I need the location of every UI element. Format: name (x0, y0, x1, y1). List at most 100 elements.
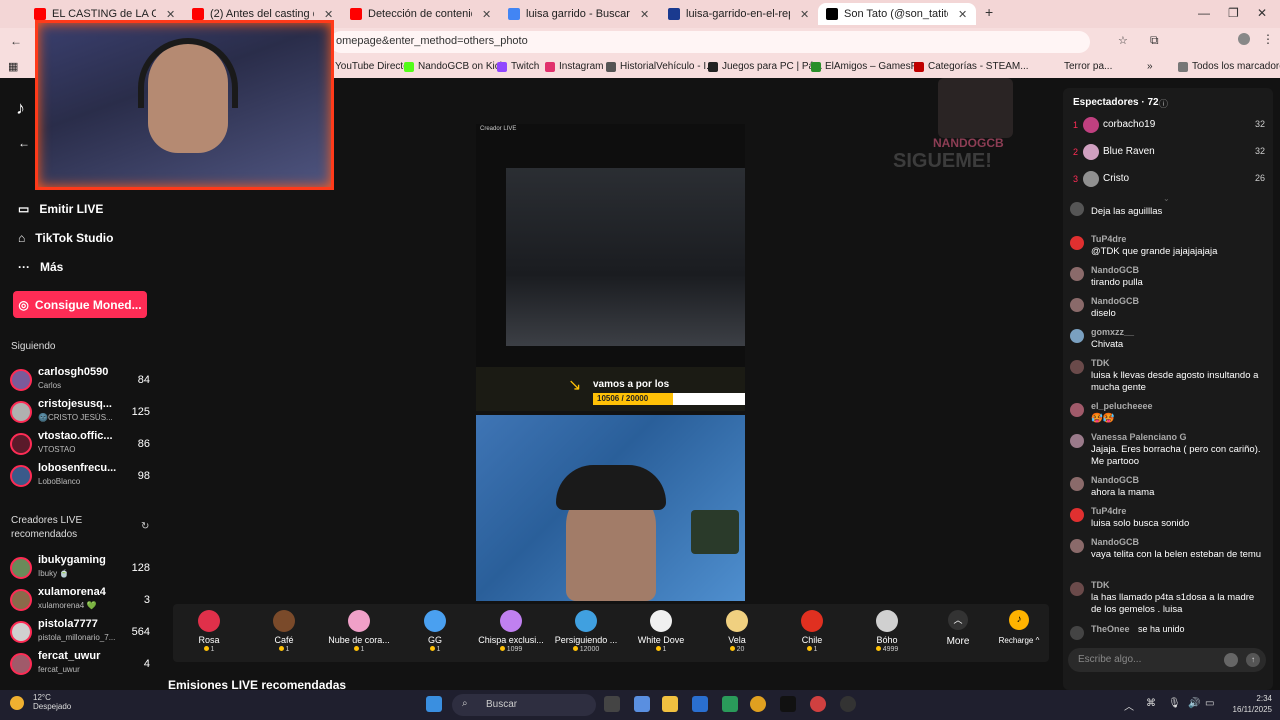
top-viewer[interactable]: 1 corbacho19 32 (1073, 116, 1265, 138)
bookmark[interactable]: YouTube Directo (335, 61, 409, 72)
taskbar-clock[interactable]: 2:34 16/11/2025 (1233, 693, 1272, 715)
close-window-button[interactable]: ✕ (1257, 6, 1267, 20)
extensions-icon[interactable]: ⧉ (1150, 33, 1159, 48)
chrome-profile-icon[interactable] (810, 696, 826, 712)
back-icon[interactable]: ← (10, 34, 22, 48)
following-item[interactable]: vtostao.offic... VTOSTAO 86 (10, 430, 152, 460)
sidebar-item-emitir-live[interactable]: ▭ Emitir LIVE (18, 202, 103, 216)
streamer-webcam-overlay (35, 20, 334, 190)
avatar (1070, 539, 1084, 553)
close-icon[interactable]: ✕ (166, 8, 175, 21)
profile-avatar[interactable] (1238, 33, 1250, 45)
tiktok-logo-icon[interactable]: ♪ (16, 98, 25, 119)
bookmark[interactable]: Categorías - STEAM... (914, 61, 1029, 72)
tiktok-icon[interactable] (780, 696, 796, 712)
refresh-icon[interactable]: ↻ (141, 521, 149, 532)
recharge-button[interactable]: ♪ Recharge ^ (993, 610, 1045, 645)
gift-item[interactable]: Nube de cora... 1 (323, 610, 395, 653)
close-icon[interactable]: ✕ (324, 8, 333, 21)
gift-item[interactable]: Vela 20 (701, 610, 773, 653)
browser-tab[interactable]: Detección de contenido - YouT✕ (342, 3, 491, 25)
following-item[interactable]: carlosgh0590 Carlos 84 (10, 366, 152, 396)
gift-item[interactable]: GG 1 (399, 610, 471, 653)
chrome-icon[interactable] (750, 696, 766, 712)
bookmark[interactable]: NandoGCB on Kick (404, 61, 505, 72)
speaker-icon[interactable]: 🔊 (1188, 698, 1200, 709)
browser-tab-active[interactable]: Son Tato (@son_tatito) está✕ (818, 3, 976, 25)
gift-item[interactable]: Café 1 (248, 610, 320, 653)
store-icon[interactable] (692, 696, 708, 712)
sidebar-item-tiktok-studio[interactable]: ⌂ TikTok Studio (18, 231, 113, 245)
recommended-item[interactable]: fercat_uwur fercat_uwur 4 (10, 650, 152, 680)
file-explorer-icon[interactable] (662, 696, 678, 712)
recommended-item[interactable]: pistola7777 pistola_millonario_7... 564 (10, 618, 152, 648)
weather-widget[interactable]: 12°C Despejado (33, 693, 71, 711)
network-icon[interactable]: ⌘ (1146, 698, 1156, 709)
app-icon[interactable] (840, 696, 856, 712)
twitch-icon (497, 61, 507, 72)
menu-icon[interactable]: ⋮ (1262, 32, 1274, 46)
bookmark[interactable]: Twitch (497, 61, 539, 72)
url-input[interactable]: omepage&enter_method=others_photo (330, 31, 1090, 53)
bookmark[interactable]: Juegos para PC | Pá... (708, 61, 822, 72)
gift-item[interactable]: White Dove 1 (625, 610, 697, 653)
recommended-item[interactable]: ibukygaming Ibuky 🍵 128 (10, 554, 152, 584)
recommended-item[interactable]: xulamorena4 xulamorena4 💚 3 (10, 586, 152, 616)
avatar (10, 433, 32, 455)
sidebar-item-more[interactable]: ··· Más (18, 260, 63, 274)
minimize-button[interactable]: — (1198, 6, 1210, 20)
new-tab-button[interactable]: + (985, 4, 993, 20)
star-icon[interactable]: ☆ (1118, 34, 1128, 47)
close-icon[interactable]: ✕ (958, 8, 967, 21)
chevron-right-icon[interactable]: » (1147, 61, 1153, 72)
search-icon: ⌕ (462, 698, 468, 709)
live-video-top-capture[interactable]: Creador LIVE (476, 124, 745, 367)
avatar (1070, 236, 1084, 250)
more-gifts-button[interactable]: ︿ More (938, 610, 978, 647)
info-icon[interactable]: ⓘ (1159, 97, 1168, 110)
top-viewer[interactable]: 2 Blue Raven 32 (1073, 143, 1265, 165)
taskbar-search[interactable]: ⌕ Buscar (452, 694, 596, 716)
chat-input[interactable]: Escribe algo... ↑ (1068, 648, 1266, 672)
maximize-button[interactable]: ❐ (1228, 6, 1239, 20)
streamer-camera-video[interactable] (476, 415, 745, 601)
following-item[interactable]: cristojesusq... 🌚CRISTO JESÚS... 125 (10, 398, 152, 428)
bookmark[interactable]: HistorialVehículo - I... (606, 61, 714, 72)
site-icon (914, 61, 924, 72)
emoji-icon[interactable] (1224, 653, 1238, 667)
apps-icon[interactable]: ▦ (8, 60, 18, 73)
avatar (10, 589, 32, 611)
dove-icon (650, 610, 672, 632)
windows-start-icon[interactable] (426, 696, 442, 712)
close-icon[interactable]: ✕ (800, 8, 809, 21)
google-icon (508, 8, 520, 20)
gift-item[interactable]: Persiguiendo ... 12000 (550, 610, 622, 653)
guest-thumbnail[interactable] (691, 510, 739, 554)
gift-item[interactable]: Chispa exclusi... 1099 (475, 610, 547, 653)
browser-tab[interactable]: luisa-garrido-en-el-reportaje-✕ (660, 3, 809, 25)
microphone-icon[interactable]: 🎙 (1168, 698, 1181, 709)
all-bookmarks[interactable]: Todos los marcadores (1178, 61, 1280, 72)
battery-icon[interactable]: ▭ (1205, 698, 1214, 709)
chevron-down-icon[interactable]: ⌄ (1163, 194, 1170, 203)
app-icon[interactable] (722, 696, 738, 712)
bookmark[interactable]: Instagram (545, 61, 603, 72)
close-icon[interactable]: ✕ (482, 8, 491, 21)
avatar (1070, 202, 1084, 216)
get-coins-button[interactable]: ◎ Consigue Moned... (13, 291, 147, 318)
bookmark[interactable]: ElAmigos – GamesF... (811, 61, 924, 72)
chevron-up-icon[interactable]: ︿ (1124, 698, 1134, 713)
top-viewer[interactable]: 3 Cristo 26 (1073, 170, 1265, 192)
send-icon[interactable]: ↑ (1246, 653, 1260, 667)
gift-item[interactable]: Bóho 4999 (851, 610, 923, 653)
gift-item[interactable]: Chile 1 (776, 610, 848, 653)
avatar (10, 621, 32, 643)
back-arrow-icon[interactable]: ← (18, 136, 30, 150)
browser-tab[interactable]: luisa garrido - Buscar con Goog✕ (500, 3, 649, 25)
close-icon[interactable]: ✕ (640, 8, 649, 21)
following-item[interactable]: lobosenfrecu... LoboBlanco 98 (10, 462, 152, 492)
gift-item[interactable]: Rosa 1 (173, 610, 245, 653)
bookmark[interactable]: Terror pa... (1064, 61, 1112, 72)
task-view-icon[interactable] (604, 696, 620, 712)
copilot-icon[interactable] (634, 696, 650, 712)
